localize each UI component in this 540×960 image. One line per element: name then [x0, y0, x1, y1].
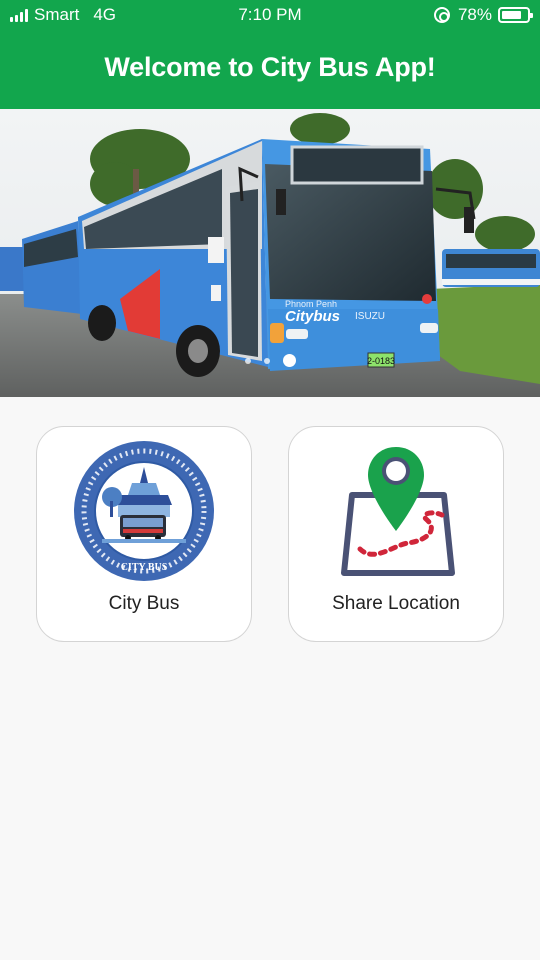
- banner-carousel[interactable]: 2-0183 Phnom Penh Citybus ISUZU: [0, 109, 540, 397]
- share-location-label: Share Location: [332, 593, 460, 614]
- share-location-button[interactable]: Share Location: [288, 426, 504, 642]
- carousel-dot[interactable]: [263, 357, 270, 364]
- carousel-dot[interactable]: [244, 357, 251, 364]
- map-pin-route-icon: [341, 447, 455, 576]
- city-bus-button[interactable]: CITY BUS City Bus: [36, 426, 252, 642]
- page-title: Welcome to City Bus App!: [104, 52, 436, 82]
- battery-icon: [498, 7, 533, 23]
- bus-brand: Citybus: [285, 308, 340, 325]
- carousel-indicators: [0, 354, 540, 367]
- city-bus-label: City Bus: [108, 593, 180, 614]
- battery-percent: 78%: [457, 5, 492, 24]
- city-bus-logo-icon: CITY BUS: [74, 441, 214, 581]
- battery-level: [502, 11, 521, 19]
- app-header: Smart 4G 7:10 PM 78% Welcome to City Bus…: [0, 0, 540, 109]
- status-bar: Smart 4G 7:10 PM 78%: [0, 0, 540, 31]
- orientation-lock-icon: [433, 7, 450, 23]
- logo-caption: CITY BUS: [121, 562, 168, 573]
- carousel-dot[interactable]: [282, 354, 296, 367]
- bus-maker: ISUZU: [355, 311, 385, 322]
